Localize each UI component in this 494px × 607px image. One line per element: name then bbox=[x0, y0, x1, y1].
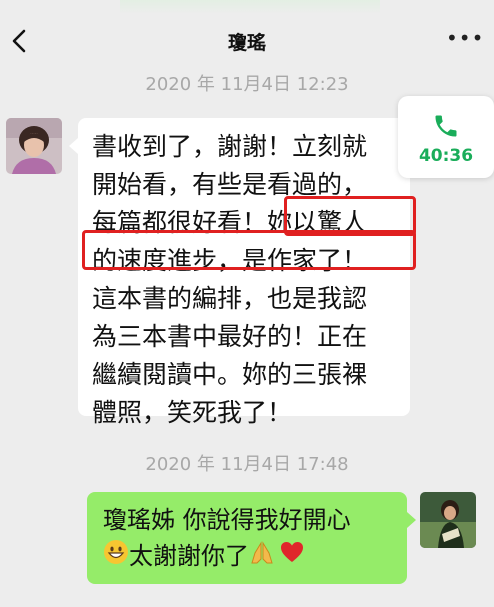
message-line: 瓊瑤姊 你說得我好開心 bbox=[103, 506, 351, 534]
user-avatar[interactable] bbox=[420, 492, 476, 548]
message-line: 書收到了，謝謝！立刻就 bbox=[92, 132, 368, 161]
message-line: 為三本書中最好的！正在 bbox=[92, 322, 368, 351]
phone-icon bbox=[435, 115, 457, 137]
red-heart-icon bbox=[279, 539, 305, 575]
sent-message-bubble[interactable]: 瓊瑤姊 你說得我好開心 太謝謝你了 bbox=[87, 492, 416, 584]
message-line-with-emoji: 太謝謝你了 bbox=[103, 538, 393, 575]
message-text: 太謝謝你了 bbox=[129, 542, 249, 570]
more-options-icon[interactable]: ••• bbox=[446, 26, 483, 50]
grinning-face-icon bbox=[103, 539, 129, 575]
call-duration-card[interactable]: 40:36 bbox=[398, 96, 494, 178]
message-line: 繼續閱讀中。妳的三張裸 bbox=[92, 360, 368, 389]
chat-title: 瓊瑤 bbox=[227, 32, 266, 54]
message-timestamp: 2020 年 11月4日 12:23 bbox=[145, 74, 349, 95]
message-timestamp: 2020 年 11月4日 17:48 bbox=[145, 454, 349, 475]
chat-header: 瓊瑤 ••• bbox=[0, 0, 494, 78]
highlight-box-bottom bbox=[82, 230, 416, 270]
contact-avatar[interactable] bbox=[6, 118, 62, 174]
status-bar-tint bbox=[120, 0, 380, 14]
call-duration: 40:36 bbox=[418, 146, 474, 166]
message-line: 這本書的編排，也是我認 bbox=[92, 284, 368, 313]
message-line: 體照，笑死我了！ bbox=[92, 398, 293, 427]
folded-hands-icon bbox=[249, 539, 275, 575]
